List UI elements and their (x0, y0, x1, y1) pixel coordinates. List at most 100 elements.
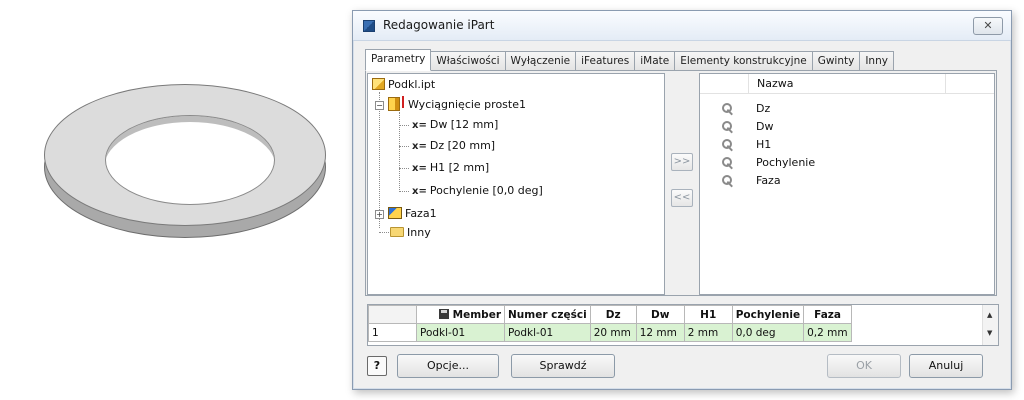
row-header-corner (368, 305, 417, 324)
inventor-app-icon (363, 20, 375, 32)
key-icon (722, 103, 734, 115)
tree-node-other[interactable]: Inny (390, 224, 431, 242)
tree-connector (379, 232, 389, 233)
tree-node-label: Dz [20 mm] (429, 139, 496, 152)
help-button[interactable]: ? (367, 356, 387, 376)
table-row[interactable]: 1 Podkl-01 Podkl-01 20 mm 12 mm 2 mm 0,0… (368, 323, 853, 342)
cell-dz[interactable]: 20 mm (589, 323, 637, 342)
close-button[interactable]: ✕ (973, 17, 1003, 35)
list-item[interactable]: Dw (700, 118, 980, 136)
title-bar: Redagowanie iPart ✕ (353, 11, 1011, 41)
folder-icon (390, 227, 404, 237)
chamfer-icon (388, 207, 402, 219)
save-icon (438, 308, 449, 319)
tree-node-param-dw[interactable]: x= Dw [12 mm] (412, 116, 498, 134)
list-item[interactable]: Pochylenie (700, 154, 980, 172)
tab-inny[interactable]: Inny (860, 51, 894, 71)
list-item[interactable]: Dz (700, 100, 980, 118)
tree-node-param-h1[interactable]: x= H1 [2 mm] (412, 159, 489, 177)
tree-node-label: Wyciągnięcie proste1 (408, 98, 526, 111)
parameter-icon: x= (412, 163, 427, 174)
list-item-label: H1 (756, 138, 772, 151)
add-parameter-button[interactable]: >> (671, 153, 693, 171)
tree-node-param-dz[interactable]: x= Dz [20 mm] (412, 137, 495, 155)
member-table[interactable]: Member Numer części Dz Dw H1 Pochylenie … (367, 304, 999, 346)
tab-strip: Parametry Właściwości Wyłączenie iFeatur… (365, 49, 894, 71)
remove-parameter-button[interactable]: << (671, 189, 693, 207)
tree-connector (399, 168, 409, 169)
cell-pochylenie[interactable]: 0,0 deg (731, 323, 805, 342)
list-item-label: Dw (756, 120, 774, 133)
column-header-faza[interactable]: Faza (803, 305, 853, 324)
tab-ifeatures[interactable]: iFeatures (576, 51, 636, 71)
tab-wylaczenie[interactable]: Wyłączenie (505, 51, 577, 71)
tree-node-label: Podkl.ipt (388, 78, 436, 91)
tree-node-extrusion[interactable]: Wyciągnięcie proste1 (388, 96, 526, 114)
key-icon (722, 121, 734, 133)
column-header-dz[interactable]: Dz (589, 305, 637, 324)
key-icon (722, 139, 734, 151)
washer-model-view (40, 80, 330, 240)
part-icon (372, 78, 385, 90)
tree-node-param-pochylenie[interactable]: x= Pochylenie [0,0 deg] (412, 182, 543, 200)
row-index: 1 (368, 323, 417, 342)
tree-connector (379, 92, 380, 228)
list-item-label: Dz (756, 102, 771, 115)
tree-node-label: H1 [2 mm] (429, 161, 490, 174)
dialog-title: Redagowanie iPart (383, 18, 495, 32)
column-header-pochylenie[interactable]: Pochylenie (731, 305, 805, 324)
column-header-h1[interactable]: H1 (683, 305, 733, 324)
cell-faza[interactable]: 0,2 mm (803, 323, 853, 342)
selected-parameters-list[interactable]: Nazwa Dz Dw H1 Pochylenie Faza (699, 73, 995, 295)
list-item[interactable]: Faza (700, 172, 980, 190)
tab-imate[interactable]: iMate (635, 51, 676, 71)
list-item-label: Faza (756, 174, 781, 187)
parameter-icon: x= (412, 141, 427, 152)
options-button[interactable]: Opcje... (397, 354, 499, 378)
column-header-member[interactable]: Member (416, 305, 505, 324)
list-item-label: Pochylenie (756, 156, 816, 169)
table-scrollbar[interactable]: ▲ ▼ (982, 305, 998, 345)
scroll-up-arrow-icon[interactable]: ▲ (987, 311, 992, 319)
scroll-down-arrow-icon[interactable]: ▼ (987, 329, 992, 337)
tree-connector (399, 112, 400, 192)
tab-parametry[interactable]: Parametry (365, 49, 432, 71)
tab-wlasciwosci[interactable]: Właściwości (431, 51, 506, 71)
cell-h1[interactable]: 2 mm (683, 323, 733, 342)
cell-dw[interactable]: 12 mm (635, 323, 685, 342)
cell-member[interactable]: Podkl-01 (416, 323, 505, 342)
tree-node-label: Faza1 (405, 207, 437, 220)
collapse-toggle[interactable]: − (375, 101, 384, 110)
tab-gwinty[interactable]: Gwinty (812, 51, 861, 71)
tree-node-label: Inny (407, 226, 431, 239)
expand-toggle[interactable]: + (375, 210, 384, 219)
key-icon (722, 157, 734, 169)
parameter-icon: x= (412, 186, 427, 197)
feature-tree[interactable]: Podkl.ipt − Wyciągnięcie proste1 x= Dw [1… (367, 73, 665, 295)
member-grid: Member Numer części Dz Dw H1 Pochylenie … (368, 305, 853, 342)
cell-numer-czesci[interactable]: Podkl-01 (504, 323, 591, 342)
parameter-icon: x= (412, 120, 427, 131)
tree-node-part[interactable]: Podkl.ipt (372, 76, 435, 94)
key-icon (722, 175, 734, 187)
column-header-nazwa[interactable]: Nazwa (748, 74, 946, 94)
washer-face (44, 84, 326, 226)
ok-button[interactable]: OK (827, 354, 901, 378)
tree-connector (399, 146, 409, 147)
extrude-icon (388, 96, 404, 111)
check-button[interactable]: Sprawdź (511, 354, 615, 378)
column-header-numer-czesci[interactable]: Numer części (504, 305, 591, 324)
column-header-dw[interactable]: Dw (635, 305, 685, 324)
tree-node-label: Pochylenie [0,0 deg] (429, 184, 543, 197)
washer-hole (105, 115, 275, 205)
tab-elementy-konstrukcyjne[interactable]: Elementy konstrukcyjne (675, 51, 813, 71)
list-header: Nazwa (700, 74, 994, 94)
tree-connector (399, 125, 409, 126)
table-header-row: Member Numer części Dz Dw H1 Pochylenie … (368, 305, 853, 324)
cancel-button[interactable]: Anuluj (909, 354, 983, 378)
ipart-dialog: Redagowanie iPart ✕ Parametry Właściwośc… (352, 10, 1012, 390)
tree-node-chamfer[interactable]: Faza1 (388, 205, 437, 223)
tree-connector (399, 191, 409, 192)
list-item[interactable]: H1 (700, 136, 980, 154)
tree-node-label: Dw [12 mm] (429, 118, 499, 131)
